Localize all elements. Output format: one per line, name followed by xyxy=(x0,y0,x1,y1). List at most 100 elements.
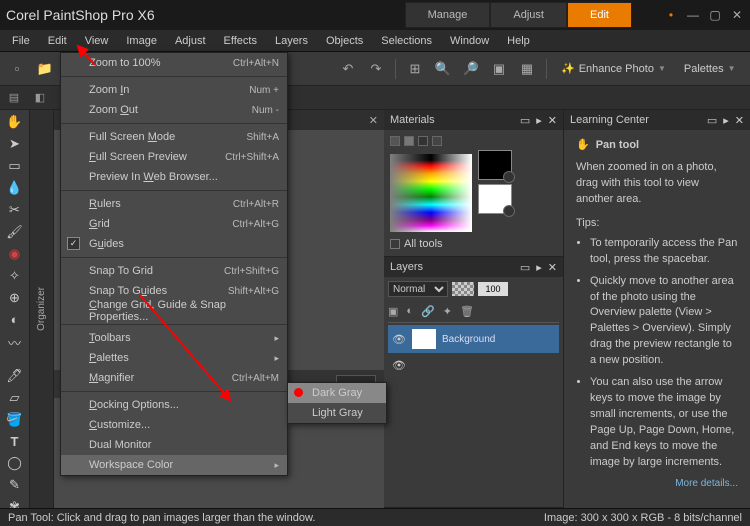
workspace-dark-gray[interactable]: Dark Gray xyxy=(288,383,386,403)
eraser-tool-icon[interactable]: ▱ xyxy=(5,390,25,406)
menu-item[interactable]: Full Screen PreviewCtrl+Shift+A xyxy=(61,147,287,167)
fit-icon[interactable]: ▣ xyxy=(488,58,510,80)
mask-icon[interactable]: ◐ xyxy=(406,305,413,318)
undo-icon[interactable]: ↶ xyxy=(337,58,359,80)
panel-close-icon[interactable]: ✕ xyxy=(548,114,557,127)
menu-file[interactable]: File xyxy=(4,32,38,50)
pan-tool-icon[interactable]: ✋ xyxy=(5,114,25,130)
right-panels: Materials ▭▸✕ xyxy=(384,110,750,508)
minimize-button[interactable]: — xyxy=(686,8,700,22)
panel-close-icon[interactable]: ✕ xyxy=(548,261,557,274)
enhance-photo-dropdown[interactable]: ✨ Enhance Photo ▼ xyxy=(555,60,672,77)
menu-item[interactable]: Docking Options... xyxy=(61,395,287,415)
link-icon[interactable]: 🔗 xyxy=(421,305,435,318)
panel-menu-icon[interactable]: ▸ xyxy=(723,114,729,127)
background-swatch[interactable] xyxy=(478,184,512,214)
new-icon[interactable]: ▫ xyxy=(6,58,28,80)
text-tool-icon[interactable]: T xyxy=(5,434,25,449)
brush-tool-icon[interactable]: 🖌 xyxy=(5,224,25,240)
checkbox-icon xyxy=(390,239,400,249)
presets-icon[interactable]: ▤ xyxy=(6,90,22,106)
menu-item[interactable]: Full Screen ModeShift+A xyxy=(61,127,287,147)
zoom-out-icon[interactable]: 🔎 xyxy=(460,58,482,80)
menu-window[interactable]: Window xyxy=(442,32,497,50)
user-icon[interactable]: • xyxy=(664,8,678,22)
close-doc-icon[interactable]: ✕ xyxy=(369,114,378,127)
tips-label: Tips: xyxy=(576,216,738,232)
open-icon[interactable]: 📁 xyxy=(34,58,56,80)
menu-help[interactable]: Help xyxy=(499,32,538,50)
panel-menu-icon[interactable]: ▸ xyxy=(536,114,542,127)
tab-manage[interactable]: Manage xyxy=(405,2,491,28)
menu-item[interactable]: ✓Guides xyxy=(61,234,287,254)
menu-item[interactable]: Toolbars▸ xyxy=(61,328,287,348)
zoom-in-icon[interactable]: 🔍 xyxy=(432,58,454,80)
organizer-tab[interactable]: Organizer xyxy=(30,110,54,508)
foreground-swatch[interactable] xyxy=(478,150,512,180)
tab-edit[interactable]: Edit xyxy=(567,2,632,28)
fill-tool-icon[interactable]: 🪣 xyxy=(5,412,25,428)
makeover-tool-icon[interactable]: ✧ xyxy=(5,268,25,284)
panel-close-icon[interactable]: ✕ xyxy=(735,114,744,127)
new-layer-icon[interactable]: ▣ xyxy=(388,305,398,318)
pointer-tool-icon[interactable]: ➤ xyxy=(5,136,25,152)
workspace-light-gray[interactable]: Light Gray xyxy=(288,403,386,423)
crop-tool-icon[interactable]: ✂ xyxy=(5,202,25,218)
menu-edit[interactable]: Edit xyxy=(40,32,75,50)
menu-adjust[interactable]: Adjust xyxy=(167,32,214,50)
opacity-value[interactable]: 100 xyxy=(478,282,508,296)
menu-item[interactable]: Zoom OutNum - xyxy=(61,100,287,120)
fx-layer-icon[interactable]: ✦ xyxy=(443,305,452,318)
redo-icon[interactable]: ↷ xyxy=(365,58,387,80)
shape-tool-icon[interactable]: ◯ xyxy=(5,455,25,471)
tab-adjust[interactable]: Adjust xyxy=(490,2,567,28)
dropper-tool-icon[interactable]: 💧 xyxy=(5,180,25,196)
menu-item[interactable]: Palettes▸ xyxy=(61,348,287,368)
menu-item[interactable]: Workspace Color▸ xyxy=(61,455,287,475)
resize-icon[interactable]: ⊞ xyxy=(404,58,426,80)
menu-item[interactable]: MagnifierCtrl+Alt+M xyxy=(61,368,287,388)
clone-tool-icon[interactable]: ⊕ xyxy=(5,290,25,306)
paintbrush-tool-icon[interactable]: 🖊 xyxy=(5,368,25,384)
menu-selections[interactable]: Selections xyxy=(373,32,440,50)
panel-undock-icon[interactable]: ▭ xyxy=(520,114,530,127)
menu-layers[interactable]: Layers xyxy=(267,32,316,50)
maximize-button[interactable]: ▢ xyxy=(708,8,722,22)
more-details-link[interactable]: More details... xyxy=(576,477,738,492)
menu-image[interactable]: Image xyxy=(118,32,165,50)
tab-swatch1[interactable] xyxy=(390,136,400,146)
menu-item[interactable]: Zoom InNum + xyxy=(61,80,287,100)
all-tools-checkbox[interactable]: All tools xyxy=(390,238,557,250)
redeye-tool-icon[interactable]: ◉ xyxy=(5,246,25,262)
menu-item[interactable]: Customize... xyxy=(61,415,287,435)
tab-swatch4[interactable] xyxy=(432,136,442,146)
menu-item[interactable]: Preview In Web Browser... xyxy=(61,167,287,187)
tab-swatch2[interactable] xyxy=(404,136,414,146)
menu-item[interactable]: Change Grid, Guide & Snap Properties... xyxy=(61,301,287,321)
palettes-dropdown[interactable]: Palettes ▼ xyxy=(678,61,742,77)
menu-item[interactable]: GridCtrl+Alt+G xyxy=(61,214,287,234)
menu-effects[interactable]: Effects xyxy=(216,32,265,50)
option-icon[interactable]: ◧ xyxy=(32,90,48,106)
panel-undock-icon[interactable]: ▭ xyxy=(707,114,717,127)
tab-swatch3[interactable] xyxy=(418,136,428,146)
menu-objects[interactable]: Objects xyxy=(318,32,371,50)
color-spectrum[interactable] xyxy=(390,154,472,232)
panel-menu-icon[interactable]: ▸ xyxy=(536,261,542,274)
delete-layer-icon[interactable]: 🗑 xyxy=(460,305,474,318)
smudge-tool-icon[interactable]: 〰 xyxy=(5,333,25,352)
menu-item[interactable]: Snap To GuidesShift+Alt+G xyxy=(61,281,287,301)
blend-mode-select[interactable]: Normal xyxy=(388,281,448,297)
menu-view[interactable]: View xyxy=(77,32,117,50)
visibility-icon[interactable]: 👁 xyxy=(392,333,406,346)
menu-item[interactable]: RulersCtrl+Alt+R xyxy=(61,194,287,214)
selection-tool-icon[interactable]: ▭ xyxy=(5,158,25,174)
close-button[interactable]: ✕ xyxy=(730,8,744,22)
pen-tool-icon[interactable]: ✎ xyxy=(5,477,25,493)
lighten-tool-icon[interactable]: ◐ xyxy=(5,312,25,327)
panel-undock-icon[interactable]: ▭ xyxy=(520,261,530,274)
learning-panel: Learning Center ▭▸✕ ✋Pan tool When zoome… xyxy=(564,110,750,508)
opacity-preview xyxy=(452,282,474,296)
layer-row[interactable]: 👁 Background xyxy=(388,325,559,353)
actual-icon[interactable]: ▦ xyxy=(516,58,538,80)
